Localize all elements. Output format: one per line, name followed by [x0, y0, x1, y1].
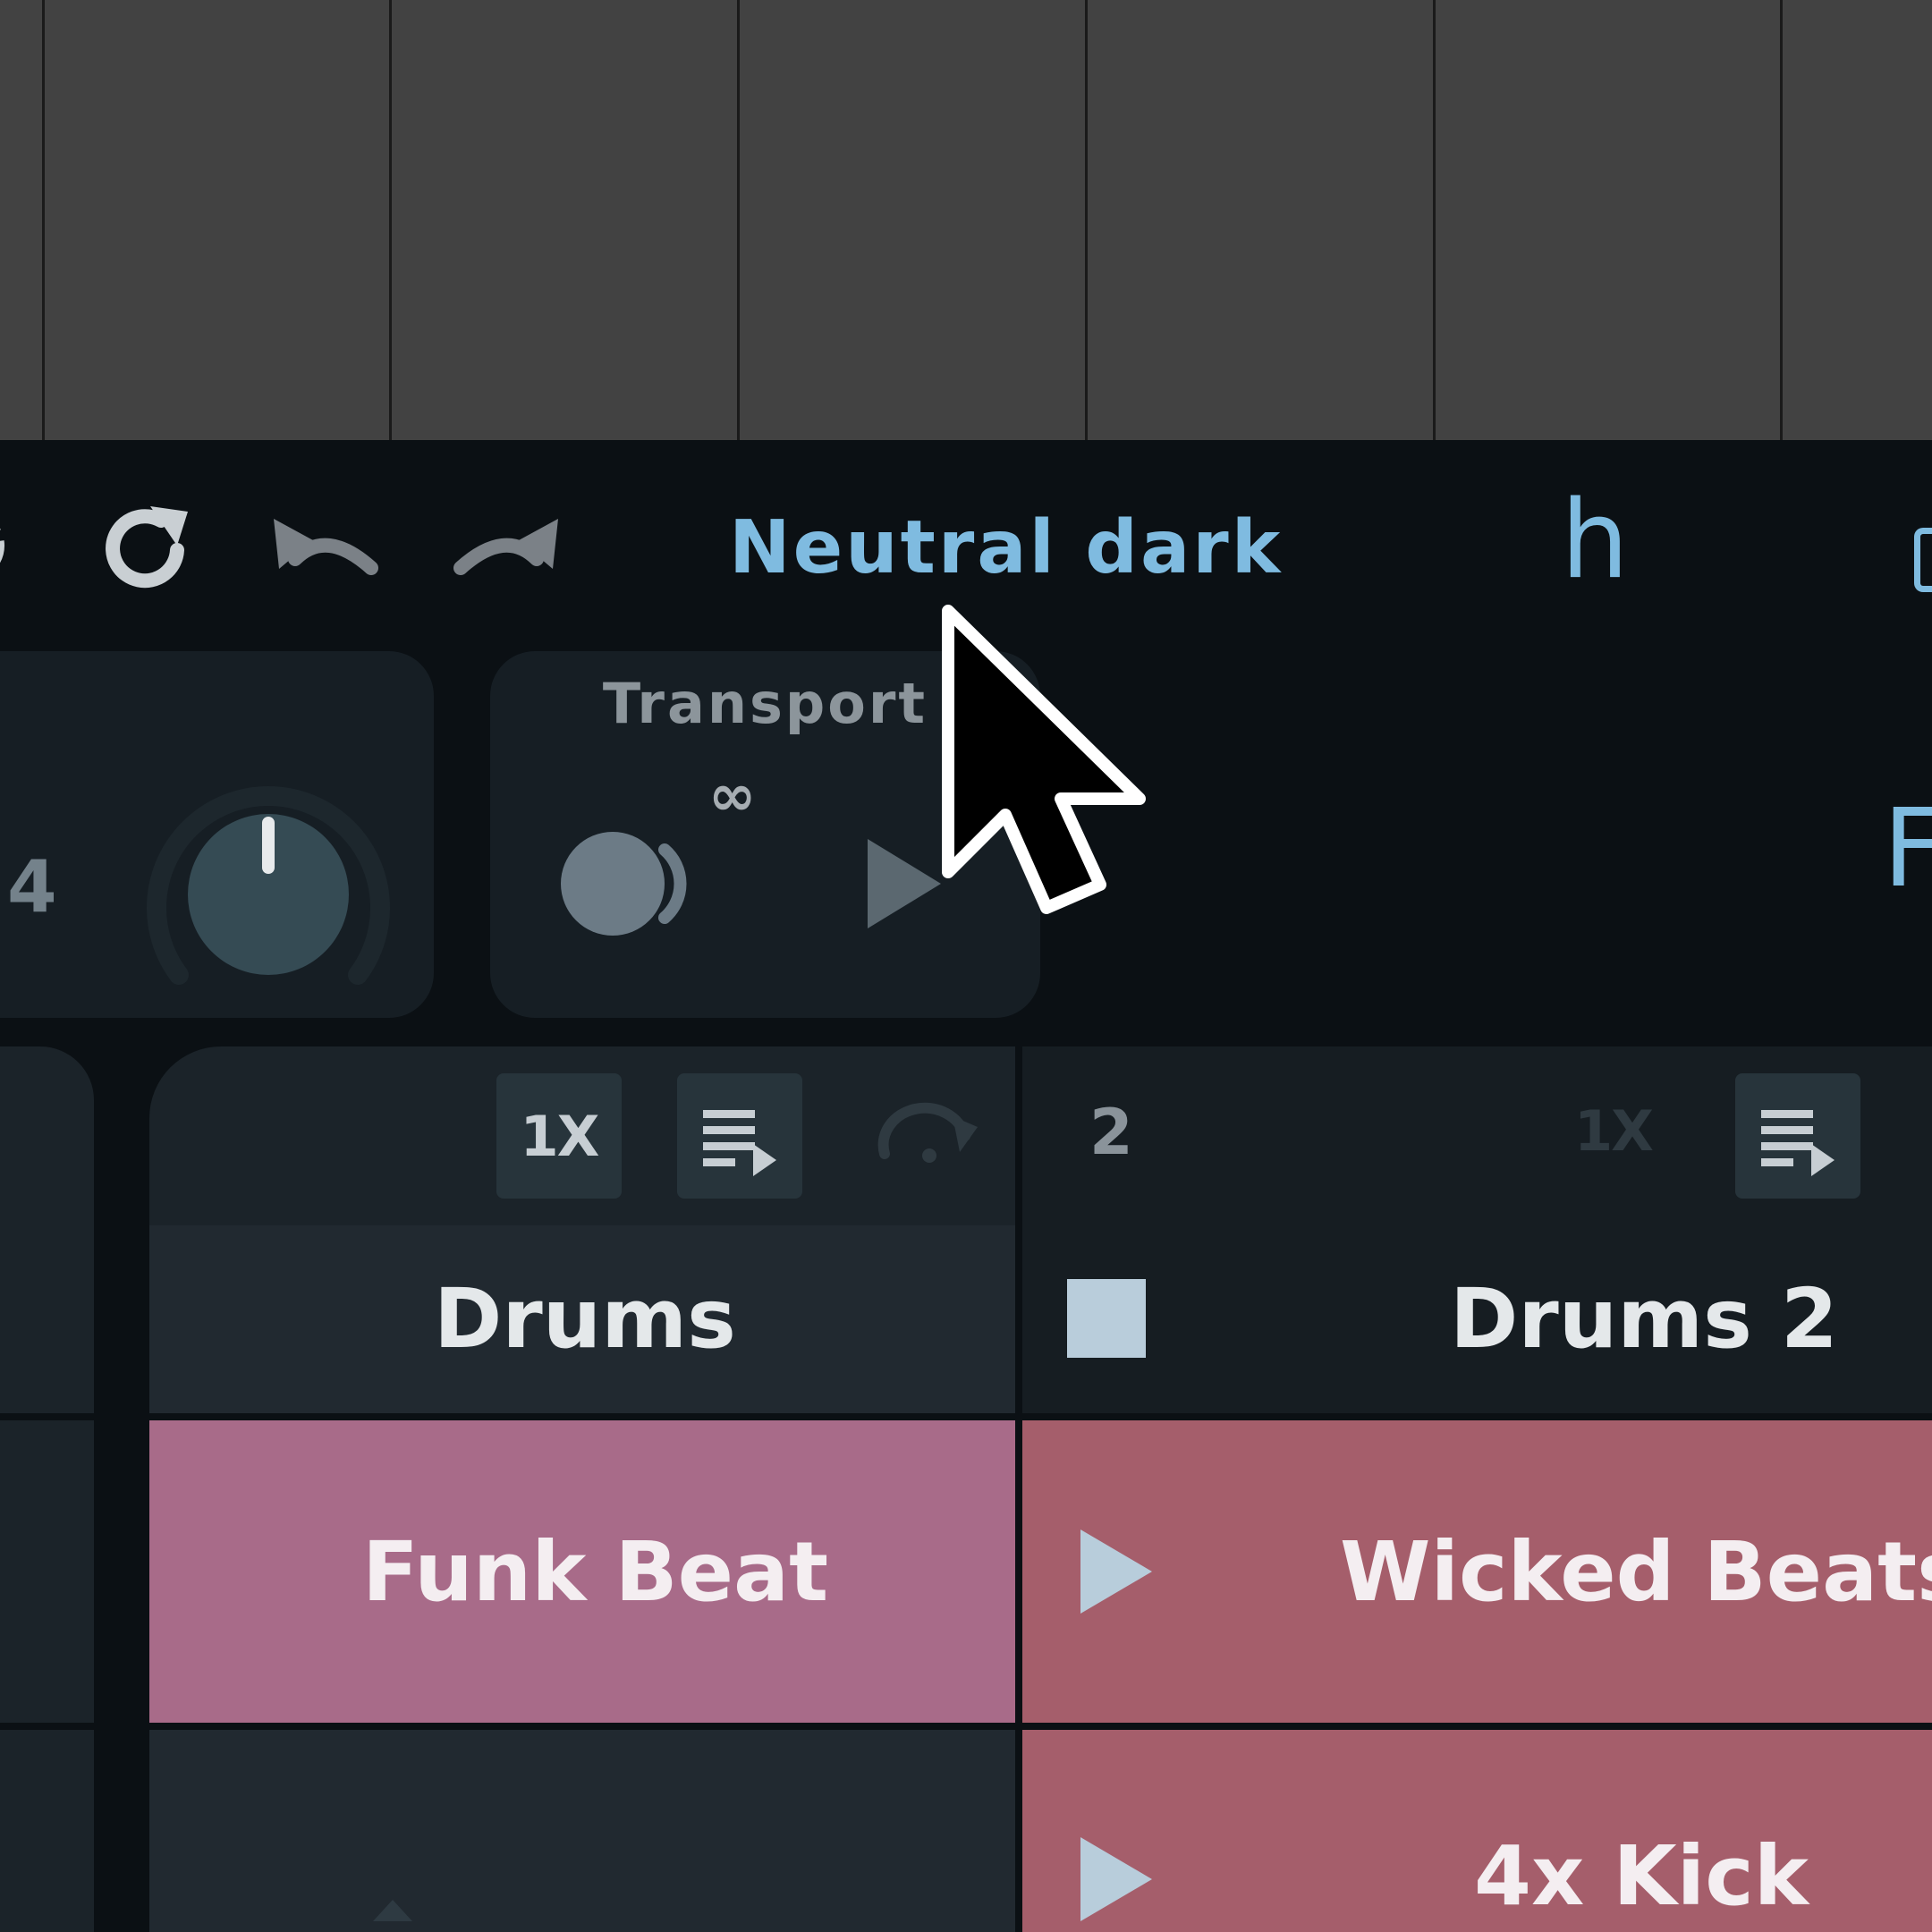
clip-play-icon[interactable] [1080, 1837, 1152, 1921]
device-icon[interactable] [1914, 528, 1932, 592]
track-name-row[interactable]: Drums [149, 1225, 1015, 1413]
clip-wicked-beats[interactable]: Wicked Beats [1022, 1420, 1932, 1723]
track-name: Drums 2 [1450, 1271, 1838, 1367]
row-divider [1022, 1413, 1932, 1420]
clip-4x-kick[interactable]: 4x Kick [1022, 1730, 1932, 1932]
grid-line [1085, 0, 1088, 440]
refresh-icon[interactable] [98, 501, 197, 599]
queue-play-icon[interactable] [677, 1073, 802, 1199]
slot-indicator-icon [373, 1900, 412, 1921]
h-label[interactable]: h [1561, 487, 1629, 595]
row-divider [1022, 1723, 1932, 1730]
grid-line [1433, 0, 1436, 440]
grid-line [389, 0, 392, 440]
track-name: Drums [434, 1271, 736, 1367]
partial-label: F [1883, 787, 1932, 911]
loop-symbol[interactable]: ∞ [708, 767, 756, 825]
settings-icon[interactable] [0, 505, 18, 586]
row-divider [149, 1723, 1015, 1730]
track-number: 2 [1089, 1096, 1133, 1169]
play-icon[interactable] [868, 839, 941, 928]
grid-line [1780, 0, 1783, 440]
track-left-strip [0, 1046, 94, 1932]
tempo-number: 4 [7, 845, 57, 928]
mouse-cursor-icon [941, 604, 1156, 917]
clip-name: Funk Beat [362, 1523, 829, 1620]
speed-label: 1X [1574, 1098, 1654, 1164]
grid-line [737, 0, 740, 440]
record-icon[interactable] [559, 823, 711, 939]
clip-play-icon[interactable] [1080, 1530, 1152, 1614]
clip-name: Wicked Beats [1340, 1523, 1932, 1620]
stop-icon[interactable] [1067, 1279, 1146, 1358]
launch-quantize-button[interactable]: 1X [1574, 1098, 1654, 1164]
launch-quantize-button[interactable]: 1X [496, 1073, 622, 1199]
row-divider [0, 1723, 94, 1730]
clip-name: 4x Kick [1474, 1828, 1809, 1924]
follow-action-icon[interactable] [876, 1100, 983, 1172]
column-divider [1015, 1046, 1022, 1932]
row-divider [149, 1413, 1015, 1420]
grid-line [42, 0, 45, 440]
track-name-row[interactable]: Drums 2 [1022, 1225, 1932, 1413]
clip-slot-empty[interactable] [149, 1730, 1015, 1932]
redo-icon[interactable] [447, 510, 564, 599]
speed-label: 1X [520, 1103, 600, 1169]
arrangement-area [0, 0, 1932, 440]
track-column-drums-2: 2 1X Drums 2 Wicked Beats 4x Kick [1022, 1046, 1932, 1932]
row-divider [0, 1413, 94, 1420]
theme-name-label[interactable]: Neutral dark [729, 505, 1283, 590]
track-column-drums: 1X Drums Funk Beat [149, 1046, 1015, 1932]
track-header: 2 1X [1022, 1046, 1932, 1225]
clip-funk-beat[interactable]: Funk Beat [149, 1420, 1015, 1723]
track-header: 1X [149, 1046, 1015, 1225]
queue-play-icon[interactable] [1735, 1073, 1860, 1199]
undo-icon[interactable] [268, 510, 385, 599]
tempo-knob[interactable] [143, 769, 394, 1020]
